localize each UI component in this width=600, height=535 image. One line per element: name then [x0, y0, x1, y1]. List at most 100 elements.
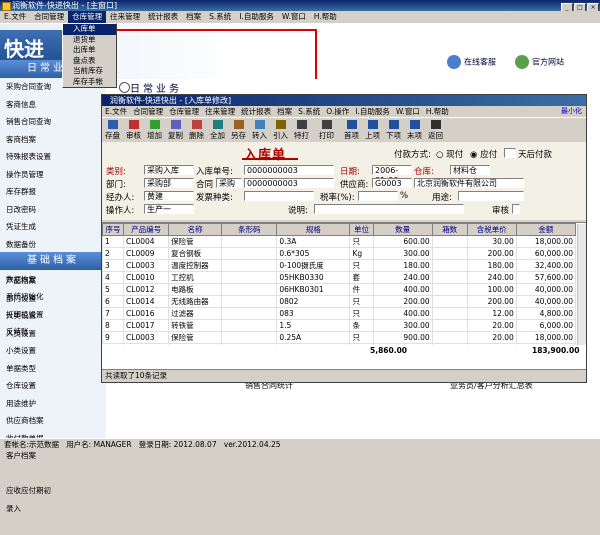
inner-menu-contract[interactable]: 合同管理 [130, 106, 166, 117]
column-header[interactable]: 名称 [168, 223, 223, 236]
table-row[interactable]: 2 CL0009 复合钢板 0.6*305 Kg 300.00 200.00 60,000.0… [101, 247, 577, 260]
pay-credit-radio[interactable]: ◉ 应付 [470, 148, 497, 160]
table-row[interactable]: 4 CL0010 工控机 05HKB0330 套 240.00 240.00 57,600.0… [101, 271, 577, 284]
menu-archive[interactable]: 档案 [182, 11, 205, 23]
inner-menu-window[interactable]: W.窗口 [393, 106, 423, 117]
toolbar-button-11[interactable]: 首项 [341, 118, 362, 141]
nav-item[interactable]: 日改密码 [0, 201, 58, 219]
column-header[interactable]: 箱数 [431, 223, 468, 236]
table-row[interactable]: 1 CL0004 保险管 0.3A 只 600.00 30.00 18,000.00 [101, 235, 577, 248]
toolbar-button-10[interactable]: 打印 [316, 118, 337, 141]
nav-item[interactable]: 数据备份 [0, 236, 58, 254]
toolbar-button-12[interactable]: 上项 [362, 118, 383, 141]
dropdown-item-current-stock[interactable]: 当前库存 [63, 66, 116, 77]
supplier-name-field[interactable]: 北京润衡软件有限公司 [414, 178, 524, 188]
nav-item[interactable]: 客商档案 [0, 131, 58, 149]
supplier-code-field[interactable]: G0003 [372, 178, 412, 188]
date-field[interactable]: 2006-01-06 [372, 165, 412, 185]
dropdown-item-stock-ledger[interactable]: 库存手帐 [63, 77, 116, 88]
pay-cash-radio[interactable]: ○ 现付 [436, 148, 463, 160]
nav-item[interactable]: 用途维护 [0, 395, 58, 413]
audit-checkbox[interactable] [512, 204, 520, 214]
column-header[interactable]: 规格 [276, 223, 351, 236]
inner-menu-selfservice[interactable]: I.自助服务 [352, 106, 393, 117]
table-row[interactable]: 8 CL0017 转铁管 1.5 条 300.00 20.00 6,000.00 [101, 319, 577, 332]
contract-no-field[interactable]: 0000000003 [244, 178, 334, 188]
nav-item[interactable]: 特殊报表设置 [0, 148, 58, 166]
nav-item[interactable]: 应收应付期初录入 [0, 482, 58, 517]
toolbar-button-9[interactable]: 特打 [291, 118, 312, 141]
nav-item[interactable]: 小类设置 [0, 342, 58, 360]
column-header[interactable]: 含税单价 [466, 223, 517, 236]
column-header[interactable]: 数量 [372, 223, 433, 236]
nav-item[interactable]: 单据类型 [0, 360, 58, 378]
menu-reports[interactable]: 统计报表 [144, 11, 182, 23]
toolbar-button-6[interactable]: 另存 [228, 118, 249, 141]
nav-item[interactable]: 库存群报 [0, 183, 58, 201]
menu-system[interactable]: S.系统 [205, 11, 235, 23]
inner-menu-file[interactable]: E.文件 [102, 106, 130, 117]
table-row[interactable]: 9 CL0003 保险管 0.25A 只 900.00 20.00 18,000.00 [101, 331, 577, 344]
inner-menu-reports[interactable]: 统计报表 [238, 106, 274, 117]
nav-item[interactable]: 客商信息 [0, 96, 58, 114]
pay-days-input[interactable] [504, 148, 516, 158]
operator-field[interactable]: 生产一 [144, 204, 194, 214]
tax-field[interactable] [358, 191, 398, 201]
inner-menu-dealings[interactable]: 往来管理 [202, 106, 238, 117]
nav-item[interactable]: 仓库设置 [0, 377, 58, 395]
menu-contract[interactable]: 合同管理 [30, 11, 68, 23]
menu-window[interactable]: W.窗口 [278, 11, 310, 23]
nav-item[interactable]: 大类设置 [0, 307, 58, 325]
note-field[interactable] [314, 204, 464, 214]
warehouse-field[interactable]: 材料仓 [450, 165, 490, 175]
invoice-field[interactable] [244, 191, 314, 201]
online-service-link[interactable]: 在线客服 [447, 55, 496, 69]
column-header[interactable]: 序号 [101, 223, 125, 236]
contract-type-field[interactable]: 采购 [216, 178, 242, 188]
nav-item[interactable]: 凭证生成 [0, 218, 58, 236]
dept-field[interactable]: 采购部 [144, 178, 194, 188]
dropdown-item-return[interactable]: 退货单 [63, 35, 116, 46]
table-row[interactable]: 5 CL0012 电路板 06HKB0301 件 400.00 100.00 40,000.0… [101, 283, 577, 296]
menu-warehouse[interactable]: 仓库管理 [68, 11, 107, 23]
toolbar-button-8[interactable]: 引入 [270, 118, 291, 141]
inner-menu-help[interactable]: H.帮助 [423, 106, 452, 117]
toolbar-button-1[interactable]: 审核 [123, 118, 144, 141]
toolbar-button-13[interactable]: 下项 [383, 118, 404, 141]
official-site-link[interactable]: 官方网站 [515, 55, 564, 69]
menu-dealings[interactable]: 往来管理 [106, 11, 144, 23]
nav-item[interactable]: 供应商档案 [0, 412, 58, 430]
inner-menu-system[interactable]: S.系统 [295, 106, 323, 117]
toolbar-button-2[interactable]: 增加 [144, 118, 165, 141]
nav-item[interactable]: 采购合同查询 [0, 78, 58, 96]
menu-selfservice[interactable]: I.自助服务 [235, 11, 278, 23]
use-field[interactable] [458, 191, 524, 201]
column-header[interactable]: 产品编号 [123, 223, 170, 236]
order-no-field[interactable]: 0000000003 [244, 165, 334, 175]
table-row[interactable]: 7 CL0016 过滤器 083 只 400.00 12.00 4,800.00 [101, 307, 577, 320]
toolbar-button-3[interactable]: 复制 [165, 118, 186, 141]
toolbar-button-5[interactable]: 全加 [207, 118, 228, 141]
handler-field[interactable]: 黄建 [144, 191, 194, 201]
inner-menu-warehouse[interactable]: 仓库管理 [166, 106, 202, 117]
minimize-link[interactable]: 最小化 [561, 106, 582, 117]
dropdown-item-stocktake[interactable]: 盘点表 [63, 56, 116, 67]
dropdown-item-inbound[interactable]: 入库单 [63, 24, 116, 35]
toolbar-button-0[interactable]: 存盘 [102, 118, 123, 141]
column-header[interactable]: 单位 [349, 223, 374, 236]
toolbar-button-15[interactable]: 返回 [425, 118, 446, 141]
inner-menu-operate[interactable]: O.操作 [323, 106, 352, 117]
dropdown-item-outbound[interactable]: 出库单 [63, 45, 116, 56]
column-header[interactable]: 条形码 [221, 223, 278, 236]
grid-scrollbar[interactable] [577, 224, 586, 347]
nav-item[interactable]: 产品档案 [0, 272, 58, 290]
nav-item[interactable]: 人员设置 [0, 325, 58, 343]
table-row[interactable]: 3 CL0003 温度控制器 0-100摄氏度只 180.00 180.00 32,400.… [101, 259, 577, 272]
menu-file[interactable]: E.文件 [0, 11, 30, 23]
toolbar-button-14[interactable]: 末项 [404, 118, 425, 141]
toolbar-button-4[interactable]: 删除 [186, 118, 207, 141]
type-field[interactable]: 采购入库 [144, 165, 194, 175]
column-header[interactable]: 金额 [515, 223, 577, 236]
toolbar-button-7[interactable]: 转入 [249, 118, 270, 141]
nav-item[interactable]: 操作员管理 [0, 166, 58, 184]
